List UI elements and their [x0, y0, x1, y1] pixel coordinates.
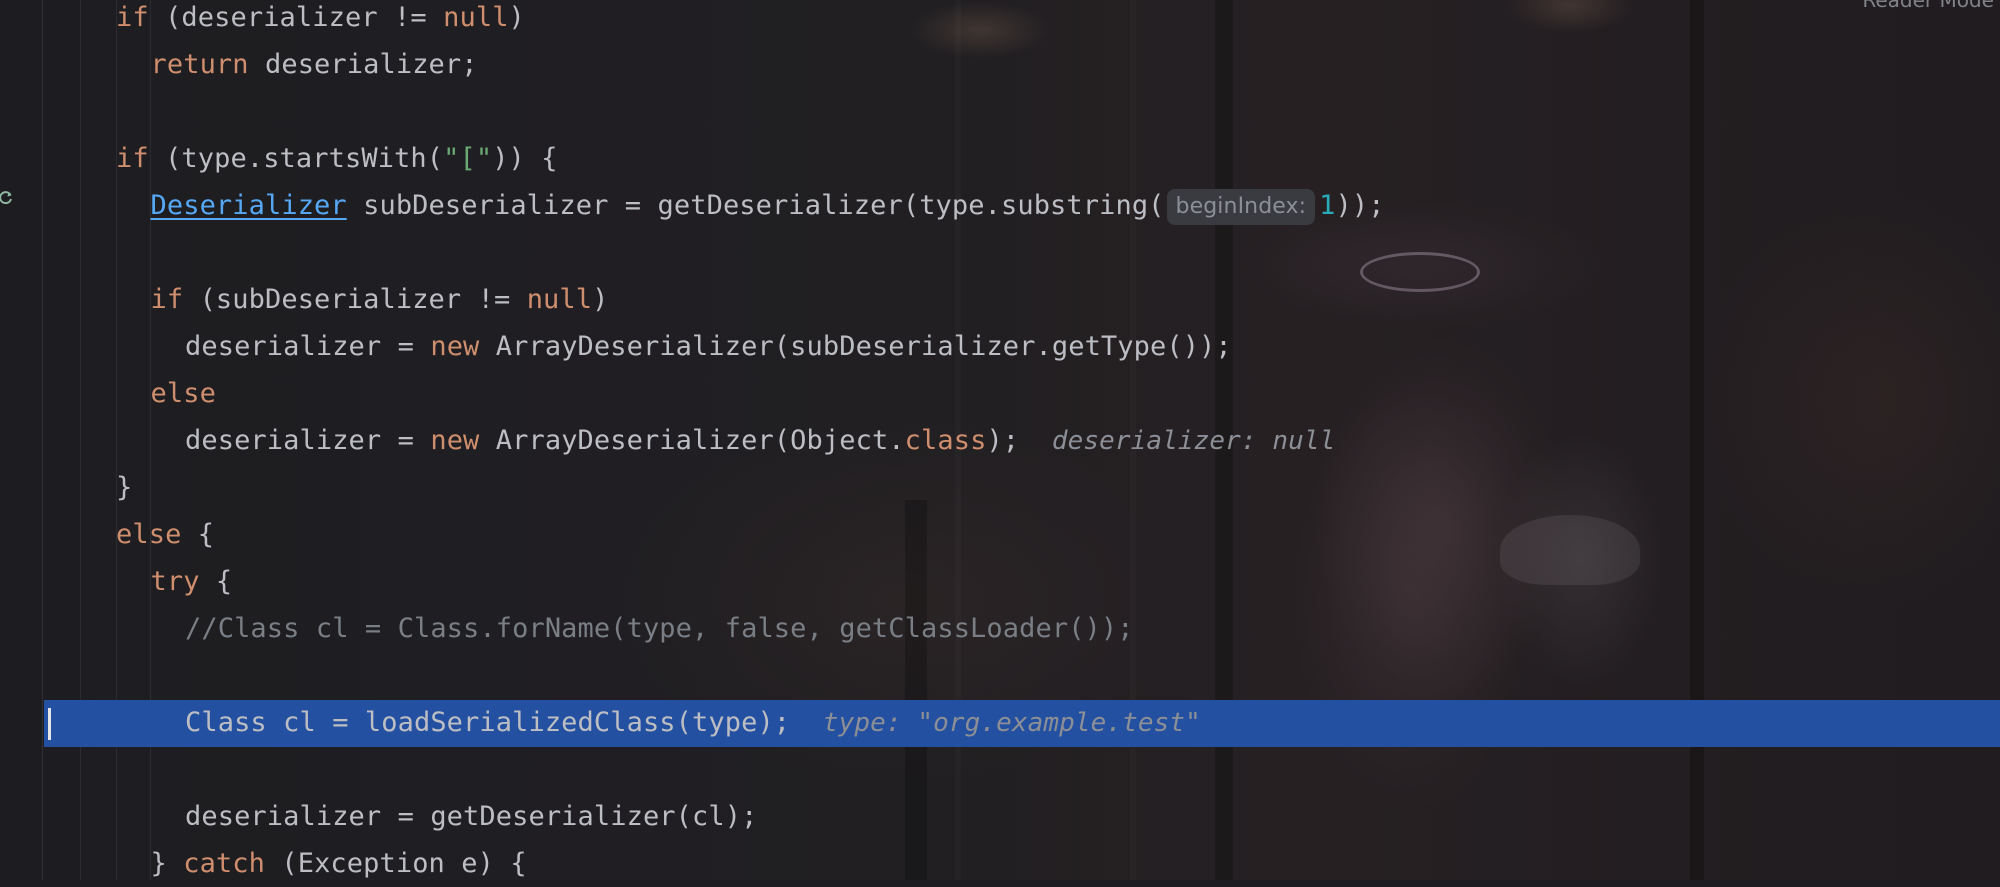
code-text: (type.startsWith( [148, 143, 444, 174]
keyword: return [150, 49, 249, 80]
indent-guide [80, 0, 81, 880]
code-line[interactable]: else [151, 370, 216, 417]
code-text: ) [592, 284, 609, 315]
keyword: else [150, 378, 216, 409]
code-text: )); [1335, 190, 1385, 221]
comment: //Class cl = Class.forName(type, false, … [185, 613, 1134, 644]
indent-guide [116, 0, 117, 880]
inline-debug-value: type: "org.example.test" [822, 708, 1201, 738]
code-line[interactable]: deserializer = new ArrayDeserializer(sub… [185, 323, 1232, 370]
keyword: catch [183, 848, 265, 879]
code-line[interactable]: try { [151, 558, 233, 605]
code-text: } [116, 472, 133, 503]
code-text: ArrayDeserializer(Object. [479, 425, 905, 456]
code-line[interactable]: if (deserializer != null) [116, 0, 525, 41]
code-line[interactable]: deserializer = getDeserializer(cl); [185, 793, 757, 840]
code-text: Class cl = loadSerializedClass(type); [185, 707, 823, 738]
code-line[interactable]: } [116, 464, 132, 511]
code-text: (Exception e) { [265, 848, 527, 879]
code-text: deserializer; [248, 49, 478, 80]
keyword: new [430, 331, 480, 362]
gutter-divider [42, 0, 43, 880]
code-text: (subDeserializer != [183, 284, 527, 315]
code-line[interactable]: Class cl = loadSerializedClass(type); ty… [185, 699, 1201, 746]
number-literal: 1 [1319, 190, 1336, 221]
code-text: { [199, 566, 233, 597]
code-text: deserializer = [185, 425, 431, 456]
reader-mode-label[interactable]: Reader Mode [1862, 0, 1994, 12]
keyword: else [116, 519, 182, 550]
code-line[interactable]: else { [116, 511, 214, 558]
code-line[interactable]: deserializer = new ArrayDeserializer(Obj… [185, 417, 1335, 464]
code-line[interactable]: return deserializer; [151, 41, 478, 88]
parameter-hint: beginIndex: [1166, 189, 1316, 225]
keyword: new [430, 425, 480, 456]
code-line[interactable]: Deserializer subDeserializer = getDeseri… [151, 182, 1385, 229]
code-line[interactable]: if (subDeserializer != null) [151, 276, 609, 323]
code-text: deserializer = getDeserializer(cl); [185, 801, 758, 832]
code-text: { [181, 519, 215, 550]
code-text: ArrayDeserializer(subDeserializer.getTyp… [479, 331, 1232, 362]
code-text: ); [986, 425, 1052, 456]
code-text: (deserializer != [148, 2, 444, 33]
string-literal: "[" [443, 143, 493, 174]
code-text: } [150, 848, 184, 879]
keyword: null [443, 2, 509, 33]
code-text: deserializer = [185, 331, 431, 362]
keyword: if [116, 143, 149, 174]
code-line[interactable]: if (type.startsWith("[")) { [116, 135, 558, 182]
indent-guide [150, 0, 151, 880]
keyword: if [116, 2, 149, 33]
keyword: null [526, 284, 593, 315]
keyword: class [904, 425, 987, 456]
code-text: subDeserializer = getDeserializer(type.s… [346, 190, 1165, 221]
reload-icon[interactable] [0, 190, 14, 206]
code-line[interactable]: //Class cl = Class.forName(type, false, … [185, 605, 1134, 652]
text-caret [48, 708, 51, 740]
inline-debug-value: deserializer: null [1051, 426, 1336, 456]
type-reference[interactable]: Deserializer [151, 190, 347, 221]
keyword: try [150, 566, 200, 597]
keyword: if [150, 284, 184, 315]
code-text: ) [508, 2, 525, 33]
code-text: )) { [492, 143, 558, 174]
